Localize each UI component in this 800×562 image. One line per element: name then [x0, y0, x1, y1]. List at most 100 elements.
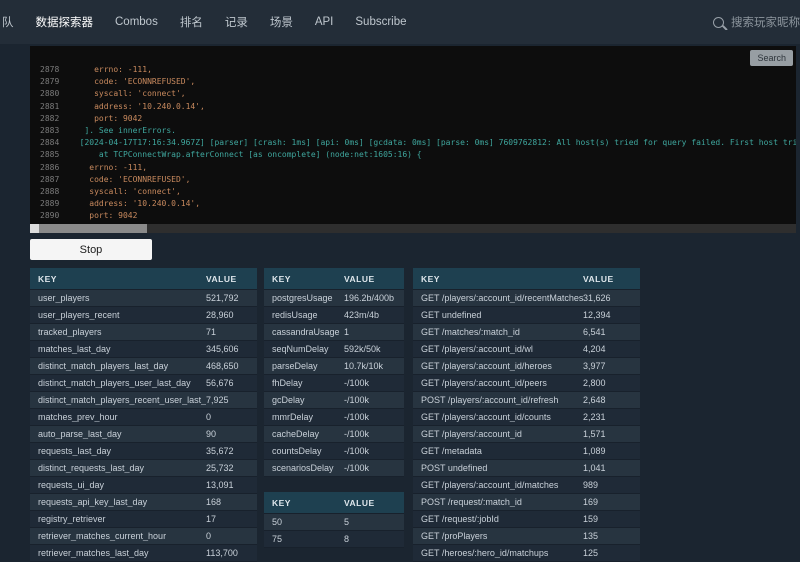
nav-item-explorer[interactable]: 数据探索器 — [25, 14, 105, 30]
stats-table-api-routes: KEYVALUEGET /players/:account_id/recentM… — [413, 268, 640, 562]
table-cell-key: user_players — [38, 293, 206, 303]
nav-item-teams[interactable]: 队 — [0, 14, 25, 30]
table-cell-key: scenariosDelay — [272, 463, 344, 473]
table-cell-value: 1,089 — [583, 446, 640, 456]
table-row: distinct_match_players_user_last_day56,6… — [30, 375, 257, 392]
console-line: 2888 syscall: 'connect', — [30, 186, 796, 198]
line-text: port: 9042 — [70, 114, 142, 123]
table-cell-key: requests_ui_day — [38, 480, 206, 490]
line-number: 2882 — [40, 113, 70, 125]
table-row: GET /proPlayers135 — [413, 528, 640, 545]
stop-button[interactable]: Stop — [30, 239, 152, 260]
console-line: 2878 errno: -111, — [30, 64, 796, 76]
line-number: 2878 — [40, 64, 70, 76]
console-line: 2880 syscall: 'connect', — [30, 88, 796, 100]
table-cell-value: 989 — [583, 480, 640, 490]
table-row: GET /players/:account_id/heroes3,977 — [413, 358, 640, 375]
table-cell-value: 28,960 — [206, 310, 257, 320]
table-cell-value: -/100k — [344, 429, 404, 439]
table-cell-value: 0 — [206, 412, 257, 422]
table-row: postgresUsage196.2b/400b — [264, 290, 404, 307]
nav-item-scenarios[interactable]: 场景 — [259, 14, 304, 30]
console-scrollbar[interactable] — [30, 224, 796, 233]
table-cell-key: user_players_recent — [38, 310, 206, 320]
table-row: GET /heroes/:hero_id/matchups125 — [413, 545, 640, 562]
table-row: GET /players/:account_id/recentMatches31… — [413, 290, 640, 307]
table-cell-value: 1,041 — [583, 463, 640, 473]
table-row: POST /players/:account_id/refresh2,648 — [413, 392, 640, 409]
line-text: [2024-04-17T17:16:34.967Z] [parser] [cra… — [70, 138, 796, 147]
table-header: KEYVALUE — [413, 268, 640, 290]
line-number: 2890 — [40, 210, 70, 222]
nav-item-records[interactable]: 记录 — [214, 14, 259, 30]
search-placeholder: 搜索玩家昵称 — [731, 14, 800, 30]
table-row: scenariosDelay-/100k — [264, 460, 404, 477]
table-cell-key: POST /request/:match_id — [421, 497, 583, 507]
table-cell-key: GET /metadata — [421, 446, 583, 456]
nav-items: 队数据探索器Combos排名记录场景APISubscribe — [0, 0, 418, 44]
table-cell-key: GET /matches/:match_id — [421, 327, 583, 337]
table-cell-value: 35,672 — [206, 446, 257, 456]
table-cell-key: GET /players/:account_id/peers — [421, 378, 583, 388]
table-header-value: VALUE — [344, 498, 404, 508]
table-header-key: KEY — [272, 498, 344, 508]
table-cell-key: GET /players/:account_id/counts — [421, 412, 583, 422]
line-text: ]. See innerErrors. — [70, 126, 176, 135]
line-number: 2887 — [40, 174, 70, 186]
line-number: 2879 — [40, 76, 70, 88]
table-row: 505 — [264, 514, 404, 531]
line-number: 2880 — [40, 88, 70, 100]
table-header-key: KEY — [38, 274, 206, 284]
table-cell-value: -/100k — [344, 412, 404, 422]
table-row: retriever_matches_current_hour0 — [30, 528, 257, 545]
line-text: code: 'ECONNREFUSED', — [70, 175, 190, 184]
table-cell-key: GET /players/:account_id — [421, 429, 583, 439]
table-cell-value: 423m/4b — [344, 310, 404, 320]
line-text: address: '10.240.0.14', — [70, 199, 200, 208]
table-row: mmrDelay-/100k — [264, 409, 404, 426]
nav-item-api[interactable]: API — [304, 16, 345, 28]
table-cell-key: matches_last_day — [38, 344, 206, 354]
table-cell-key: 50 — [272, 517, 344, 527]
line-text: code: 'ECONNREFUSED', — [70, 77, 195, 86]
console-line: 2887 code: 'ECONNREFUSED', — [30, 174, 796, 186]
log-console[interactable]: Search 2878 errno: -111,2879 code: 'ECON… — [30, 46, 796, 224]
log-search-button[interactable]: Search — [750, 50, 793, 66]
scrollbar-left-button[interactable] — [30, 224, 39, 233]
table-cell-key: POST undefined — [421, 463, 583, 473]
table-row: requests_ui_day13,091 — [30, 477, 257, 494]
player-search-input[interactable]: 搜索玩家昵称 — [713, 14, 800, 30]
table-cell-key: distinct_match_players_last_day — [38, 361, 206, 371]
table-header-value: VALUE — [206, 274, 257, 284]
line-number: 2884 — [40, 137, 70, 149]
line-text: address: '10.240.0.14', — [70, 102, 205, 111]
table-row: auto_parse_last_day90 — [30, 426, 257, 443]
table-cell-key: GET /request/:jobId — [421, 514, 583, 524]
table-cell-value: 468,650 — [206, 361, 257, 371]
nav-item-subscribe[interactable]: Subscribe — [344, 16, 417, 28]
table-cell-value: 0 — [206, 531, 257, 541]
table-cell-value: 1,571 — [583, 429, 640, 439]
console-line: 2881 address: '10.240.0.14', — [30, 101, 796, 113]
table-cell-value: -/100k — [344, 446, 404, 456]
table-cell-key: POST /players/:account_id/refresh — [421, 395, 583, 405]
table-row: cassandraUsage1 — [264, 324, 404, 341]
table-cell-key: GET /proPlayers — [421, 531, 583, 541]
table-row: redisUsage423m/4b — [264, 307, 404, 324]
line-number: 2885 — [40, 149, 70, 161]
table-row: GET /players/:account_id1,571 — [413, 426, 640, 443]
nav-item-rankings[interactable]: 排名 — [169, 14, 214, 30]
nav-item-combos[interactable]: Combos — [104, 16, 169, 28]
table-cell-key: distinct_requests_last_day — [38, 463, 206, 473]
table-row: countsDelay-/100k — [264, 443, 404, 460]
table-cell-value: 345,606 — [206, 344, 257, 354]
table-cell-value: 4,204 — [583, 344, 640, 354]
table-cell-key: mmrDelay — [272, 412, 344, 422]
console-line: 2890 port: 9042 — [30, 210, 796, 222]
scrollbar-thumb[interactable] — [39, 224, 147, 233]
table-row: POST /request/:match_id169 — [413, 494, 640, 511]
table-cell-value: 2,800 — [583, 378, 640, 388]
table-row: registry_retriever17 — [30, 511, 257, 528]
table-cell-key: seqNumDelay — [272, 344, 344, 354]
table-row: matches_prev_hour0 — [30, 409, 257, 426]
